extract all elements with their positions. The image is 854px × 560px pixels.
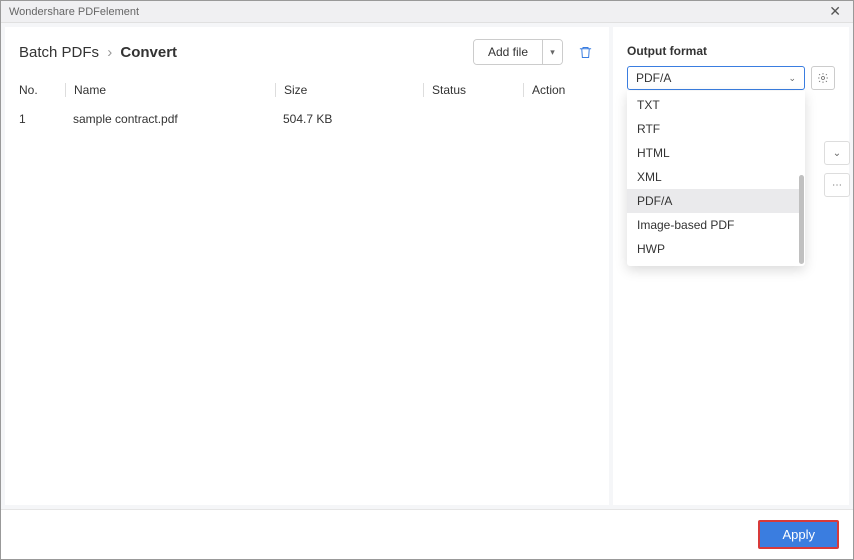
col-header-size: Size: [275, 83, 423, 97]
table-row[interactable]: 1 sample contract.pdf 504.7 KB: [5, 105, 609, 133]
col-header-no: No.: [19, 83, 65, 97]
dropdown-option-rtf[interactable]: RTF: [627, 117, 803, 141]
footer: Apply: [1, 509, 853, 559]
output-format-label: Output format: [627, 44, 835, 58]
main-panel: Batch PDFs › Convert Add file ▾: [5, 27, 609, 505]
table-header: No. Name Size Status Action: [5, 75, 609, 105]
cell-no: 1: [19, 112, 65, 126]
col-header-status: Status: [423, 83, 523, 97]
dropdown-option-hwp[interactable]: HWP: [627, 237, 803, 261]
dropdown-selected: PDF/A: [636, 71, 671, 85]
dropdown-option-txt[interactable]: TXT: [627, 93, 803, 117]
breadcrumb-parent[interactable]: Batch PDFs: [19, 44, 99, 61]
dropdown-option-html[interactable]: HTML: [627, 141, 803, 165]
breadcrumb-separator: ›: [107, 44, 112, 61]
settings-gear-button[interactable]: [811, 66, 835, 90]
chevron-down-icon: ⌄: [833, 148, 841, 159]
breadcrumb: Batch PDFs › Convert: [19, 44, 177, 61]
add-file-group: Add file ▾: [473, 39, 563, 65]
apply-button[interactable]: Apply: [758, 520, 839, 549]
add-file-dropdown-caret[interactable]: ▾: [542, 40, 562, 64]
side-more-button[interactable]: ⋯: [824, 173, 850, 197]
chevron-down-icon: ▾: [550, 47, 555, 58]
chevron-down-icon: ⌄: [788, 73, 796, 84]
breadcrumb-current: Convert: [120, 44, 177, 61]
dropdown-option-pdfa[interactable]: PDF/A: [627, 189, 803, 213]
dropdown-option-hwpx[interactable]: HWPX: [627, 261, 803, 266]
close-icon[interactable]: ✕: [825, 3, 845, 20]
col-header-name: Name: [65, 83, 275, 97]
dropdown-list: TXT RTF HTML XML PDF/A Image-based PDF H…: [627, 91, 805, 266]
dropdown-option-image-pdf[interactable]: Image-based PDF: [627, 213, 803, 237]
side-collapse-button[interactable]: ⌄: [824, 141, 850, 165]
col-header-action: Action: [523, 83, 595, 97]
add-file-button[interactable]: Add file: [474, 40, 542, 64]
dropdown-scrollbar[interactable]: [799, 175, 804, 264]
more-icon: ⋯: [832, 180, 842, 191]
trash-icon[interactable]: [575, 42, 595, 62]
titlebar: Wondershare PDFelement ✕: [1, 1, 853, 23]
app-title: Wondershare PDFelement: [9, 6, 139, 18]
side-panel: Output format PDF/A ⌄ TXT RTF HTML XML P…: [613, 27, 849, 505]
cell-name: sample contract.pdf: [65, 112, 275, 126]
output-format-dropdown[interactable]: PDF/A ⌄ TXT RTF HTML XML PDF/A Image-bas…: [627, 66, 805, 90]
dropdown-option-xml[interactable]: XML: [627, 165, 803, 189]
cell-size: 504.7 KB: [275, 112, 423, 126]
